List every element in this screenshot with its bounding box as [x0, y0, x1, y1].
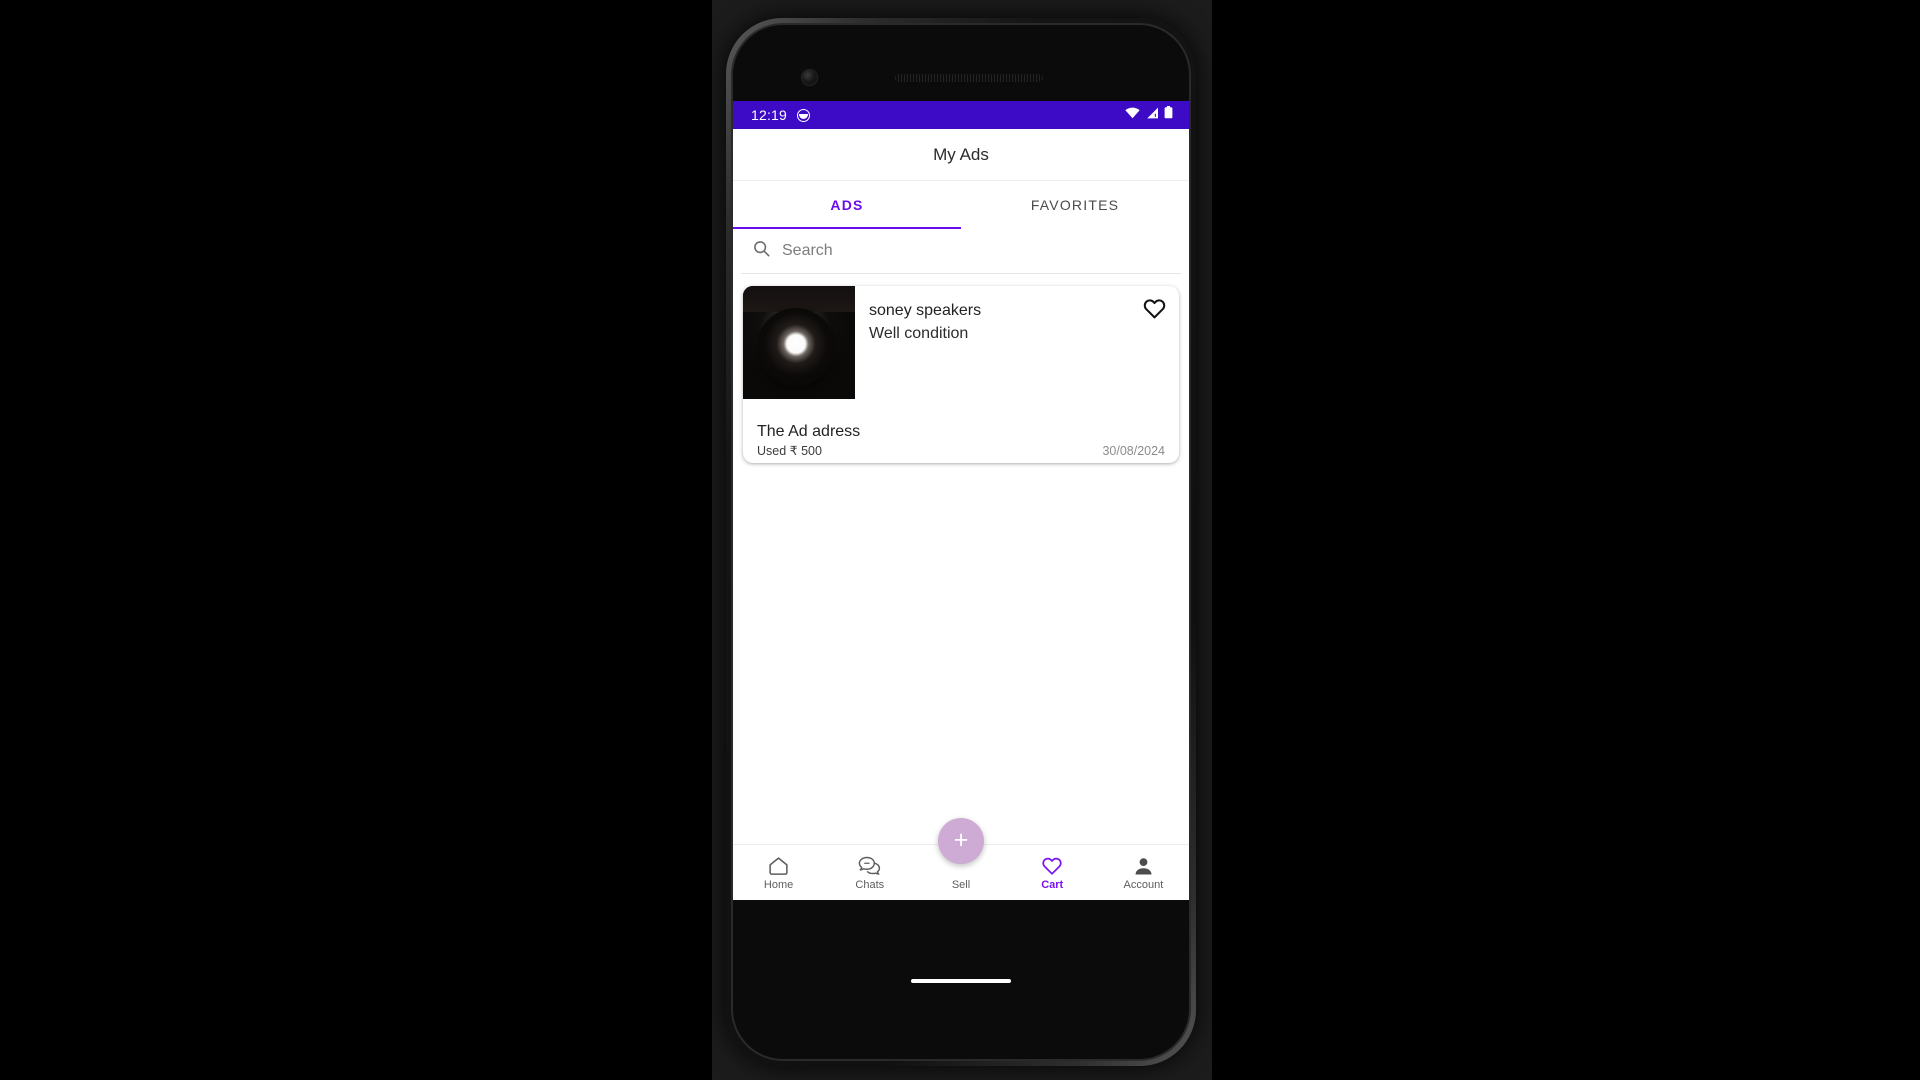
ad-card[interactable]: soney speakers Well condition The Ad adr…	[743, 286, 1179, 463]
battery-icon	[1164, 106, 1173, 124]
chat-bubbles-icon	[858, 855, 881, 876]
ad-price: Used ₹ 500	[757, 444, 822, 458]
tab-favorites-label: FAVORITES	[1030, 197, 1120, 213]
nav-label-chats: Chats	[855, 878, 885, 891]
nav-item-cart[interactable]: Cart	[1007, 855, 1098, 891]
status-bar: 12:19	[733, 101, 1189, 129]
wifi-icon	[1125, 106, 1140, 124]
ad-description: Well condition	[869, 325, 969, 343]
screenshot-stage: 12:19 My Ads ADS FAVORITES Search soney …	[0, 0, 1920, 1080]
app-notification-icon	[797, 108, 811, 122]
tab-favorites[interactable]: FAVORITES	[961, 181, 1189, 229]
home-icon	[768, 855, 789, 876]
earpiece-speaker-icon	[895, 74, 1043, 82]
status-bar-clock: 12:19	[751, 107, 788, 123]
ad-address: The Ad adress	[757, 423, 861, 440]
nav-item-account[interactable]: Account	[1098, 855, 1189, 891]
status-bar-right	[1125, 106, 1173, 124]
nav-label-sell: Sell	[951, 878, 971, 891]
search-icon	[753, 240, 770, 262]
search-area	[733, 229, 1189, 274]
ad-card-top: soney speakers Well condition	[743, 286, 1179, 399]
person-icon	[1133, 855, 1154, 876]
phone-screen: 12:19 My Ads ADS FAVORITES Search soney …	[733, 101, 1189, 900]
heart-outline-icon[interactable]	[1143, 298, 1166, 319]
tab-bar: ADS FAVORITES	[733, 181, 1189, 229]
add-ad-fab[interactable]: +	[938, 818, 984, 864]
app-bar: My Ads	[733, 129, 1189, 181]
phone-device-frame: 12:19 My Ads ADS FAVORITES Search soney …	[726, 18, 1196, 1066]
front-camera-icon	[801, 69, 818, 86]
phone-sensor-row	[733, 63, 1189, 93]
search-box[interactable]	[741, 229, 1181, 274]
nav-item-home[interactable]: Home	[733, 855, 824, 891]
nav-label-account: Account	[1123, 878, 1164, 891]
tab-active-indicator	[733, 226, 961, 229]
ads-list: soney speakers Well condition The Ad adr…	[733, 274, 1189, 844]
page-title: My Ads	[933, 144, 989, 164]
nav-label-cart: Cart	[1041, 878, 1064, 891]
phone-bezel: 12:19 My Ads ADS FAVORITES Search soney …	[731, 23, 1191, 1061]
cellular-signal-icon	[1145, 106, 1159, 124]
home-indicator[interactable]	[911, 979, 1011, 983]
plus-icon: +	[953, 825, 969, 854]
ad-title: soney speakers	[869, 302, 982, 319]
speaker-thumbnail	[743, 286, 855, 399]
nav-label-home: Home	[763, 878, 794, 891]
ad-date: 30/08/2024	[1102, 444, 1165, 458]
tab-ads[interactable]: ADS	[733, 181, 961, 229]
status-bar-left: 12:19	[751, 107, 811, 123]
search-input[interactable]	[782, 242, 1169, 260]
ad-card-text: soney speakers Well condition	[855, 286, 1179, 399]
ad-card-bottom: The Ad adress Used ₹ 500 30/08/2024	[743, 423, 1179, 463]
ad-meta-row: Used ₹ 500 30/08/2024	[757, 443, 1165, 458]
nav-item-chats[interactable]: Chats	[824, 855, 915, 891]
heart-icon	[1041, 855, 1063, 876]
tab-ads-label: ADS	[830, 197, 864, 213]
